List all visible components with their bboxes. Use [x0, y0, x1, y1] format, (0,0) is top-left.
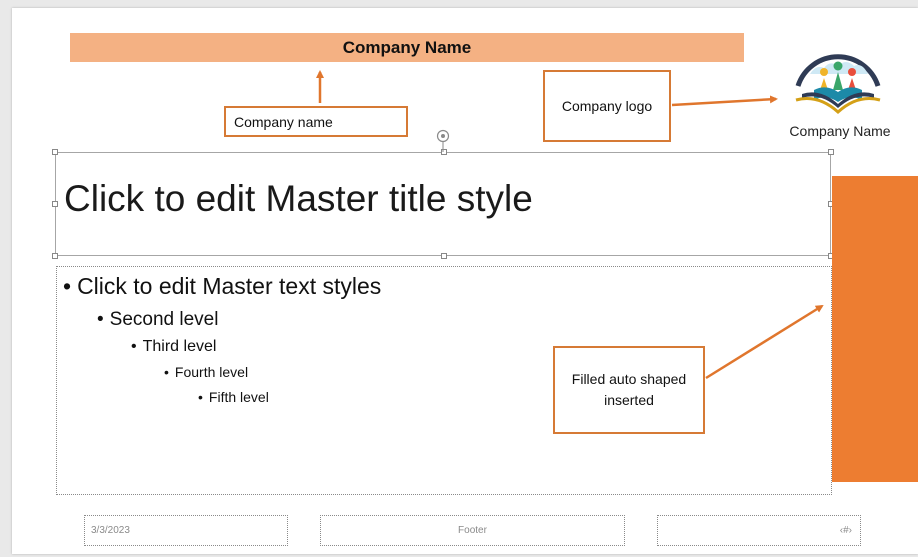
open-book-people-icon[interactable]	[780, 28, 896, 120]
resize-handle[interactable]	[52, 149, 58, 155]
resize-handle[interactable]	[52, 253, 58, 259]
text-level-3: • Third level	[131, 338, 217, 355]
logo-caption: Company Name	[789, 123, 891, 139]
filled-auto-shape[interactable]	[832, 176, 918, 482]
text-level-4-label: Fourth level	[174, 364, 249, 380]
company-name-callout[interactable]: Company name	[224, 106, 408, 137]
footer-date-text: 3/3/2023	[91, 525, 130, 536]
master-title-placeholder[interactable]: Click to edit Master title style	[52, 149, 834, 259]
master-text-placeholder[interactable]: • Click to edit Master text styles • Secon…	[56, 266, 832, 495]
footer-text-placeholder[interactable]: Footer	[320, 515, 625, 546]
company-name-banner[interactable]: Company Name	[70, 33, 744, 62]
slide-number-placeholder[interactable]: ‹#›	[657, 515, 861, 546]
filled-shape-callout[interactable]: Filled auto shaped inserted	[553, 346, 705, 434]
text-level-2: • Second level	[97, 309, 219, 330]
resize-handle[interactable]	[441, 253, 447, 259]
filled-shape-callout-line1: Filled auto shaped	[571, 371, 687, 387]
arrow-to-logo	[671, 95, 778, 107]
text-level-4: • Fourth level	[164, 364, 249, 380]
text-level-5-label: Fifth level	[208, 389, 269, 405]
footer-text: Footer	[458, 525, 487, 536]
rotate-handle-icon[interactable]	[434, 128, 454, 154]
slide-number-text: ‹#›	[839, 525, 852, 536]
filled-shape-callout-text: Filled auto shaped inserted	[572, 369, 686, 411]
company-name-callout-text: Company name	[234, 113, 333, 130]
slide-master-canvas[interactable]: Company Name Company name Company logo C…	[12, 8, 918, 554]
text-level-5: • Fifth level	[198, 389, 269, 405]
text-level-2-label: Second level	[109, 309, 219, 330]
text-level-1: • Click to edit Master text styles	[63, 273, 382, 299]
footer-date-placeholder[interactable]: 3/3/2023	[84, 515, 288, 546]
filled-shape-callout-line2: inserted	[604, 392, 654, 408]
company-logo-callout-text: Company logo	[561, 98, 653, 114]
company-name-banner-text: Company Name	[342, 37, 472, 57]
resize-handle[interactable]	[828, 149, 834, 155]
master-title-text: Click to edit Master title style	[64, 178, 533, 219]
text-level-1-label: Click to edit Master text styles	[77, 273, 382, 299]
text-level-3-label: Third level	[142, 338, 217, 355]
company-logo-callout[interactable]: Company logo	[543, 70, 671, 142]
resize-handle[interactable]	[52, 201, 58, 207]
